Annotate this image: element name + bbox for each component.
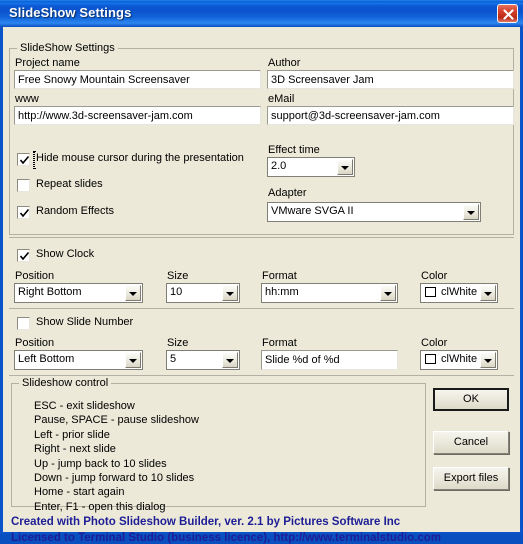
slideshow-control-group: Slideshow control ESC - exit slideshow P… xyxy=(11,377,426,513)
chevron-down-icon[interactable] xyxy=(480,285,496,301)
chevron-down-icon[interactable] xyxy=(222,285,238,301)
chevron-down-icon[interactable] xyxy=(222,352,238,368)
list-item: Down - jump forward to 10 slides xyxy=(34,472,195,485)
chevron-down-icon[interactable] xyxy=(337,159,353,175)
chevron-down-icon[interactable] xyxy=(380,285,396,301)
clock-size-label: Size xyxy=(167,270,189,282)
author-input[interactable]: 3D Screensaver Jam xyxy=(267,70,514,89)
adapter-label: Adapter xyxy=(268,187,307,199)
checkmark-icon xyxy=(19,208,30,218)
clock-format-dropdown[interactable]: hh:mm xyxy=(261,283,398,303)
footer-line-1: Created with Photo Slideshow Builder, ve… xyxy=(11,516,401,528)
slide-number-position-value: Left Bottom xyxy=(18,353,75,365)
dialog-body: SlideShow Settings Project name Free Sno… xyxy=(3,27,520,544)
clock-size-dropdown[interactable]: 10 xyxy=(166,283,240,303)
list-item: Pause, SPACE - pause slideshow xyxy=(34,414,199,427)
list-item: ESC - exit slideshow xyxy=(34,400,135,412)
focus-rectangle xyxy=(33,151,35,169)
list-item: Up - jump back to 10 slides xyxy=(34,457,167,470)
slide-number-size-value: 5 xyxy=(170,353,177,365)
random-effects-checkbox-box xyxy=(17,206,30,219)
slide-number-position-dropdown[interactable]: Left Bottom xyxy=(14,350,143,370)
show-slide-number-label: Show Slide Number xyxy=(36,316,134,328)
repeat-slides-label: Repeat slides xyxy=(36,178,103,190)
group-legend-control: Slideshow control xyxy=(19,377,112,389)
clock-color-dropdown[interactable]: clWhite xyxy=(420,283,498,303)
slide-number-color-dropdown[interactable]: clWhite xyxy=(420,350,498,370)
color-swatch xyxy=(425,287,436,297)
hide-cursor-checkbox-box xyxy=(17,153,30,166)
adapter-dropdown[interactable]: VMware SVGA II xyxy=(267,202,481,222)
chevron-down-icon[interactable] xyxy=(125,285,141,301)
show-clock-checkbox-box xyxy=(17,249,30,262)
color-swatch xyxy=(425,354,436,364)
author-label: Author xyxy=(268,57,301,69)
clock-color-value: clWhite xyxy=(441,286,478,298)
divider xyxy=(9,375,514,376)
slide-number-size-label: Size xyxy=(167,337,189,349)
checkmark-icon xyxy=(19,155,30,165)
slide-number-format-label: Format xyxy=(262,337,297,349)
slide-number-color-label: Color xyxy=(421,337,448,349)
slideshow-settings-dialog: SlideShow Settings SlideShow Settings Pr… xyxy=(0,0,523,544)
slide-number-size-dropdown[interactable]: 5 xyxy=(166,350,240,370)
project-name-label: Project name xyxy=(15,57,80,69)
project-name-input[interactable]: Free Snowy Mountain Screensaver xyxy=(14,70,261,89)
adapter-value: VMware SVGA II xyxy=(271,205,354,217)
list-item: Home - start again xyxy=(34,486,125,499)
www-input[interactable]: http://www.3d-screensaver-jam.com xyxy=(14,106,261,125)
effect-time-value: 2.0 xyxy=(271,160,287,172)
list-item: Enter, F1 - open this dialog xyxy=(34,500,166,513)
title-bar[interactable]: SlideShow Settings xyxy=(0,0,523,27)
divider xyxy=(9,237,514,238)
slide-number-format-input[interactable]: Slide %d of %d xyxy=(261,350,398,370)
chevron-down-icon[interactable] xyxy=(125,352,141,368)
repeat-slides-checkbox-box xyxy=(17,179,30,192)
email-input[interactable]: support@3d-screensaver-jam.com xyxy=(267,106,514,125)
chevron-down-icon[interactable] xyxy=(480,352,496,368)
clock-position-value: Right Bottom xyxy=(18,286,82,298)
shortcut-list: ESC - exit slideshow Pause, SPACE - paus… xyxy=(34,399,199,514)
clock-size-value: 10 xyxy=(170,286,183,298)
email-label: eMail xyxy=(268,93,295,105)
clock-format-value: hh:mm xyxy=(265,286,299,298)
slide-number-position-label: Position xyxy=(15,337,55,349)
cancel-button[interactable]: Cancel xyxy=(433,431,509,454)
hide-cursor-label: Hide mouse cursor during the presentatio… xyxy=(36,152,244,164)
clock-color-label: Color xyxy=(421,270,448,282)
slide-number-color-value: clWhite xyxy=(441,353,478,365)
clock-format-label: Format xyxy=(262,270,297,282)
close-button[interactable] xyxy=(497,4,518,23)
random-effects-label: Random Effects xyxy=(36,205,115,217)
clock-position-label: Position xyxy=(15,270,55,282)
effect-time-label: Effect time xyxy=(268,144,320,156)
window-title: SlideShow Settings xyxy=(9,5,132,20)
divider xyxy=(9,308,514,309)
show-clock-label: Show Clock xyxy=(36,248,95,260)
group-legend-settings: SlideShow Settings xyxy=(17,42,118,54)
www-label: www xyxy=(15,93,39,105)
ok-button[interactable]: OK xyxy=(433,388,509,411)
export-files-button[interactable]: Export files xyxy=(433,467,509,490)
chevron-down-icon[interactable] xyxy=(463,204,479,220)
checkmark-icon xyxy=(19,251,30,261)
clock-position-dropdown[interactable]: Right Bottom xyxy=(14,283,143,303)
close-icon xyxy=(503,9,514,20)
show-slide-number-checkbox-box xyxy=(17,317,30,330)
effect-time-dropdown[interactable]: 2.0 xyxy=(267,157,355,177)
list-item: Right - next slide xyxy=(34,443,116,456)
list-item: Left - prior slide xyxy=(34,428,110,441)
